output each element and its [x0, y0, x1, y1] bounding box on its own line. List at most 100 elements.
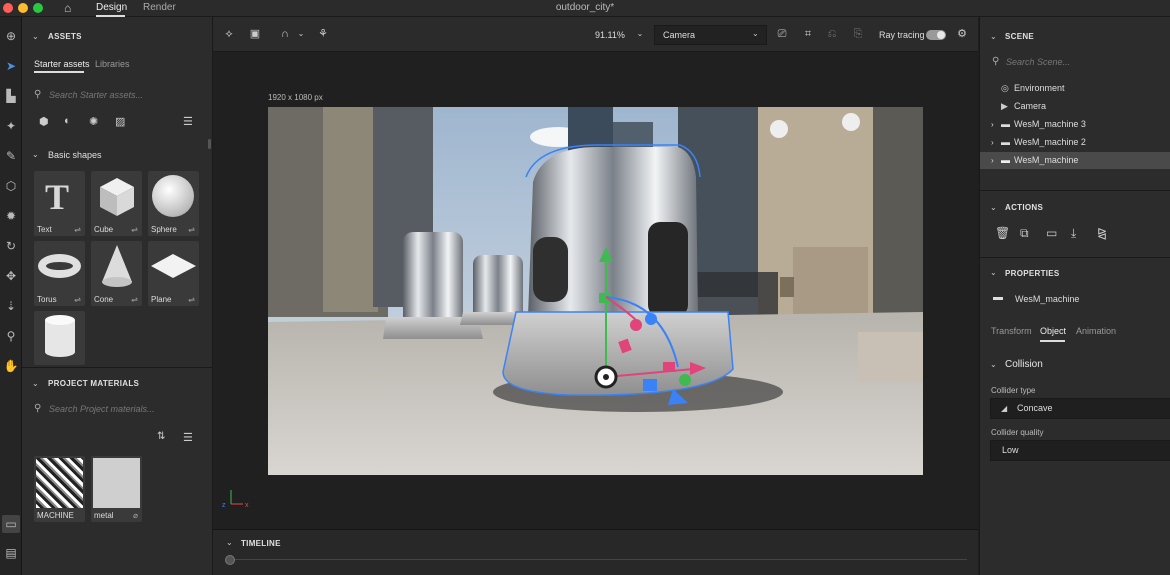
scene-canvas[interactable]: [268, 107, 923, 475]
chevron-down-icon[interactable]: ⌄: [990, 268, 997, 277]
drop-to-ground-icon[interactable]: ⚘: [315, 26, 331, 42]
starter-assets-search-input[interactable]: Search Starter assets...: [49, 90, 143, 100]
tab-libraries[interactable]: Libraries: [95, 59, 130, 69]
camera-select-value: Camera: [663, 30, 696, 40]
duplicate-icon[interactable]: ⧉: [1020, 226, 1029, 241]
models-filter-icon[interactable]: ⬢: [39, 115, 49, 128]
drop-to-ground-icon[interactable]: ⤓: [1071, 226, 1076, 241]
shape-tile-plane[interactable]: Plane ⇌: [148, 241, 199, 306]
adjust-icon[interactable]: ⇌: [188, 295, 195, 304]
sun-icon[interactable]: ✹: [2, 207, 20, 225]
ray-tracing-toggle[interactable]: [926, 30, 946, 40]
lights-filter-icon[interactable]: ✺: [89, 115, 98, 128]
chevron-right-icon[interactable]: ›: [991, 134, 994, 151]
transform-icon[interactable]: ⟡: [221, 26, 237, 42]
viewport-toolbar: ⟡ ▣ ∩ ⌄ ⚘ 91.11% ⌄ Camera ⌄ ⎚ ⌗ ⎌ ⎘ Ray …: [213, 17, 978, 52]
adjust-icon[interactable]: ⇌: [188, 225, 195, 234]
shape-tile-torus[interactable]: Torus ⇌: [34, 241, 85, 306]
chevron-down-icon[interactable]: ⌄: [293, 26, 309, 42]
eyedropper-icon[interactable]: ✎: [2, 147, 20, 165]
cylinder-shape-icon: [45, 315, 75, 357]
frame-icon[interactable]: ▣: [247, 26, 263, 42]
toolbox-icon[interactable]: ▤: [2, 544, 20, 562]
chevron-down-icon[interactable]: ⌄: [632, 26, 648, 42]
adjust-icon[interactable]: ⇌: [74, 225, 81, 234]
select-tool-icon[interactable]: ➤: [2, 57, 20, 75]
list-view-icon[interactable]: ☰: [183, 431, 193, 444]
delete-icon[interactable]: 🗑: [995, 226, 1010, 240]
tree-item-wesm-machine[interactable]: › ▬ WesM_machine: [980, 152, 1170, 169]
adjust-icon[interactable]: ⇌: [74, 295, 81, 304]
hand-icon[interactable]: ✋: [2, 357, 20, 375]
collider-quality-select[interactable]: Low: [990, 440, 1170, 461]
materials-search-input[interactable]: Search Project materials...: [49, 404, 155, 414]
chevron-right-icon[interactable]: ›: [991, 152, 994, 169]
plane-shape-icon: [151, 254, 196, 278]
sort-icon[interactable]: ⇅: [157, 431, 165, 442]
cube-icon[interactable]: ⬡: [2, 177, 20, 195]
material-tile-machine[interactable]: MACHINE: [34, 456, 85, 522]
timeline-playhead[interactable]: [225, 555, 235, 565]
shape-label: Plane: [151, 295, 172, 304]
timeline-track[interactable]: [227, 559, 967, 560]
magnet-icon[interactable]: ∩: [277, 26, 293, 42]
camera-select[interactable]: Camera ⌄: [654, 25, 767, 45]
camera-bookmark-icon[interactable]: ⎚: [774, 26, 790, 42]
add-icon[interactable]: ⊕: [2, 27, 20, 45]
chevron-down-icon[interactable]: ⌄: [32, 150, 39, 159]
material-tile-metal[interactable]: metal ⌀: [91, 456, 142, 522]
materials-filter-icon[interactable]: ◐: [64, 115, 71, 127]
shape-tile-cube[interactable]: Cube ⇌: [91, 171, 142, 236]
tab-animation[interactable]: Animation: [1076, 326, 1116, 336]
chevron-down-icon[interactable]: ⌄: [226, 538, 233, 547]
tree-item-camera[interactable]: ▶ Camera: [980, 98, 1170, 115]
tab-starter-assets[interactable]: Starter assets: [34, 59, 90, 69]
chart-icon[interactable]: ▙: [2, 87, 20, 105]
magic-wand-icon[interactable]: ✦: [2, 117, 20, 135]
adjust-icon[interactable]: ⇌: [131, 295, 138, 304]
list-view-icon[interactable]: ☰: [183, 115, 193, 128]
zoom-icon[interactable]: ⚲: [2, 327, 20, 345]
chevron-down-icon[interactable]: ⌄: [990, 32, 997, 41]
zoom-level[interactable]: 91.11%: [595, 30, 625, 40]
tree-item-label: WesM_machine: [1014, 155, 1079, 165]
group-icon[interactable]: ▭: [1046, 226, 1057, 240]
render-settings-icon[interactable]: ⚙: [954, 26, 970, 42]
cone-shape-icon: [102, 245, 132, 287]
chevron-down-icon[interactable]: ⌄: [990, 203, 997, 212]
chevron-down-icon[interactable]: ⌄: [32, 32, 39, 41]
tab-object[interactable]: Object: [1040, 326, 1066, 336]
object-name: WesM_machine: [1015, 294, 1080, 304]
orbit-icon[interactable]: ↻: [2, 237, 20, 255]
camera-redo-icon[interactable]: ⎘: [850, 26, 866, 42]
scrollbar[interactable]: [208, 139, 211, 149]
tree-item-wesm-machine-3[interactable]: › ▬ WesM_machine 3: [980, 116, 1170, 133]
tab-transform[interactable]: Transform: [991, 326, 1032, 336]
shape-tile-cone[interactable]: Cone ⇌: [91, 241, 142, 306]
shape-tile-sphere[interactable]: Sphere ⇌: [148, 171, 199, 236]
cube-shape-icon: [100, 178, 134, 216]
scene-search-input[interactable]: Search Scene...: [1006, 57, 1070, 67]
tree-item-wesm-machine-2[interactable]: › ▬ WesM_machine 2: [980, 134, 1170, 151]
svg-text:z: z: [222, 502, 226, 509]
assets-panel: ⌄ ASSETS Starter assets Libraries ⚲ Sear…: [22, 17, 213, 575]
panel-toggle-icon[interactable]: ▭: [2, 515, 20, 533]
unlink-icon[interactable]: ⌀: [133, 511, 138, 520]
collider-type-select[interactable]: ◢ Concave: [990, 398, 1170, 419]
camera-undo-icon[interactable]: ⎌: [824, 26, 840, 42]
chevron-right-icon[interactable]: ›: [991, 116, 994, 133]
mirror-icon[interactable]: ⧎: [1097, 226, 1107, 240]
tree-item-environment[interactable]: ◎ Environment: [980, 80, 1170, 97]
dolly-icon[interactable]: ⇣: [2, 297, 20, 315]
pan-icon[interactable]: ✥: [2, 267, 20, 285]
images-filter-icon[interactable]: ▨: [115, 115, 125, 128]
shape-tile-text[interactable]: T Text ⇌: [34, 171, 85, 236]
chevron-down-icon[interactable]: ⌄: [32, 379, 39, 388]
globe-icon: ◎: [1001, 83, 1009, 93]
chevron-down-icon[interactable]: ⌄: [990, 360, 997, 369]
adjust-icon[interactable]: ⇌: [131, 225, 138, 234]
camera-crop-icon[interactable]: ⌗: [800, 26, 816, 42]
shape-label: Text: [37, 225, 52, 234]
shape-tile-cylinder[interactable]: [34, 311, 85, 365]
search-icon: ⚲: [34, 403, 42, 414]
